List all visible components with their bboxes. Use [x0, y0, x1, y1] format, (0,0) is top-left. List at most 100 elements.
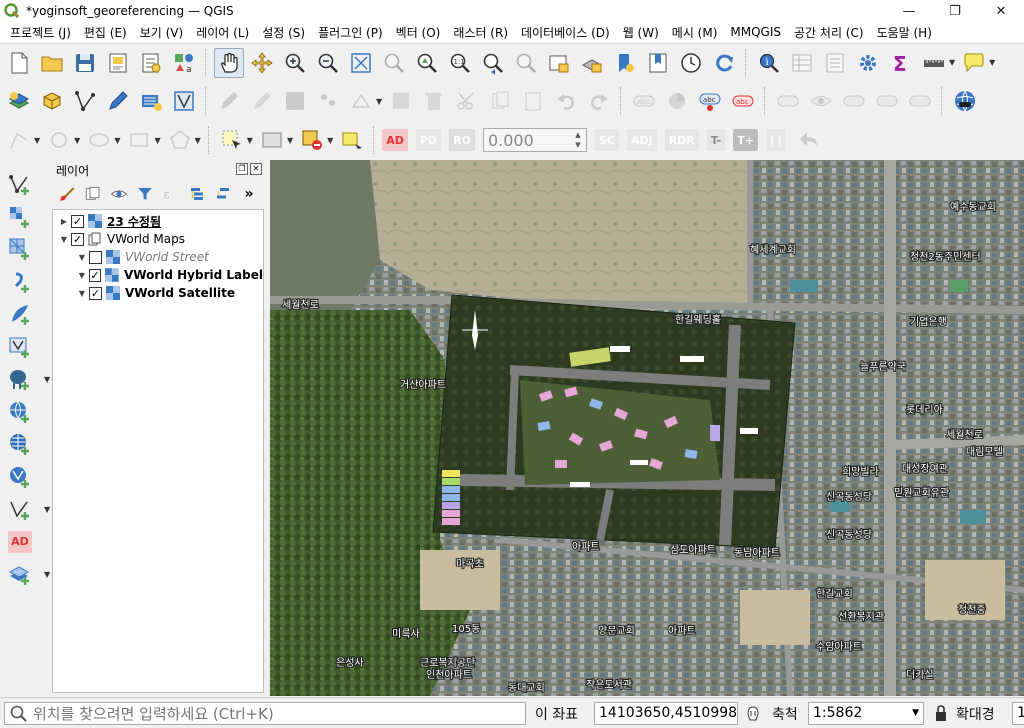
menu-layer[interactable]: 레이어 (L): [192, 24, 258, 41]
paste-features-button[interactable]: [518, 86, 548, 116]
maximize-button[interactable]: ❐: [932, 0, 978, 22]
new-project-button[interactable]: [4, 48, 34, 78]
close-panel-button[interactable]: ✕: [250, 163, 262, 175]
collapse-arrow[interactable]: ▼: [75, 253, 89, 262]
layer-row-23[interactable]: ▶ ✓ 23 수정됨: [53, 212, 263, 230]
temporal-controller-button[interactable]: [676, 48, 706, 78]
add-vector-tile-button[interactable]: ▼: [6, 495, 50, 523]
add-polygon-button[interactable]: [165, 125, 195, 155]
collapse-arrow[interactable]: ▼: [75, 289, 89, 298]
collapse-all-button[interactable]: [212, 183, 234, 205]
save-edits-button[interactable]: [280, 86, 310, 116]
menu-processing[interactable]: 공간 처리 (C): [790, 24, 873, 41]
map-canvas[interactable]: 예수동교회 청천2동주민센터 혜세계교회 세월천로 한길웨딩홀 기업은행 거산아…: [270, 160, 1024, 696]
chevron-down-icon[interactable]: ▼: [34, 136, 40, 145]
new-3d-view-button[interactable]: [577, 48, 607, 78]
chevron-down-icon[interactable]: ▼: [195, 136, 201, 145]
coordinate-field[interactable]: 14103650,4510998: [594, 702, 738, 725]
diagram-tool-button[interactable]: [662, 86, 692, 116]
t-minus-chip[interactable]: T-: [706, 129, 726, 151]
pan-map-button[interactable]: [214, 47, 244, 78]
current-edits-button[interactable]: [214, 86, 244, 116]
close-button[interactable]: ✕: [978, 0, 1024, 22]
label-rotate-button[interactable]: [839, 86, 869, 116]
delete-selected-button[interactable]: [419, 86, 449, 116]
menu-settings[interactable]: 설정 (S): [258, 24, 314, 41]
identify-features-button[interactable]: i: [754, 48, 784, 78]
pd-chip[interactable]: PD: [415, 129, 442, 151]
locator-input[interactable]: [33, 703, 513, 724]
menu-mmqgis[interactable]: MMQGIS: [726, 25, 790, 39]
label-pinned-button[interactable]: abc: [728, 86, 758, 116]
rdr-chip[interactable]: RDR: [664, 129, 699, 151]
menu-view[interactable]: 보기 (V): [136, 24, 192, 41]
collapse-arrow[interactable]: ▼: [75, 271, 89, 280]
virtual-layer-button[interactable]: [136, 86, 166, 116]
plugin-avatar-button[interactable]: [950, 86, 980, 116]
menu-raster[interactable]: 래스터 (R): [449, 24, 517, 41]
layer-row-vworld-hybrid[interactable]: ▼ ✓ VWorld Hybrid Label: [53, 266, 263, 284]
menu-database[interactable]: 데이터베이스 (D): [517, 24, 619, 41]
label-tool-button[interactable]: abc: [629, 86, 659, 116]
undo-button[interactable]: [551, 86, 581, 116]
add-circle-button[interactable]: [44, 125, 74, 155]
toggle-editing-button[interactable]: [247, 86, 277, 116]
menu-plugins[interactable]: 플러그인 (P): [314, 24, 392, 41]
menu-vector[interactable]: 벡터 (O): [392, 24, 450, 41]
add-layer-group-button[interactable]: ▼: [6, 560, 50, 588]
vertex-tool-button[interactable]: [346, 86, 376, 116]
more-tools-button[interactable]: »: [238, 183, 260, 205]
measure-button[interactable]: [919, 48, 949, 78]
angle-value-input[interactable]: [483, 129, 570, 151]
layer-row-vworld-street[interactable]: ▼ VWorld Street: [53, 248, 263, 266]
add-delimited-text-button[interactable]: [6, 268, 34, 296]
chevron-down-icon[interactable]: ▼: [247, 136, 253, 145]
chevron-down-icon[interactable]: ▼: [74, 136, 80, 145]
add-ellipse-button[interactable]: [84, 125, 114, 155]
expand-arrow[interactable]: ▶: [57, 217, 71, 226]
layer-checkbox[interactable]: [89, 250, 102, 264]
open-styling-button[interactable]: [56, 183, 78, 205]
back-arrow-button[interactable]: [794, 125, 824, 155]
add-postgis-button[interactable]: ▼: [6, 365, 50, 393]
save-project-button[interactable]: [70, 48, 100, 78]
layout-manager-button[interactable]: [136, 48, 166, 78]
coordinate-toggle-icon[interactable]: [744, 704, 762, 725]
pan-to-selection-button[interactable]: [247, 48, 277, 78]
open-project-button[interactable]: [37, 48, 67, 78]
add-group-button[interactable]: [82, 183, 104, 205]
redo-button[interactable]: [584, 86, 614, 116]
style-manager-button[interactable]: a: [169, 48, 199, 78]
data-source-manager-button[interactable]: [4, 86, 34, 116]
float-panel-button[interactable]: ❐: [236, 163, 248, 175]
statistics-button[interactable]: Σ: [886, 48, 916, 78]
add-spatialite-button[interactable]: [6, 300, 34, 328]
chevron-down-icon[interactable]: ▼: [912, 703, 919, 724]
filter-expression-button[interactable]: ε: [160, 183, 182, 205]
copy-features-button[interactable]: [485, 86, 515, 116]
chevron-down-icon[interactable]: ▼: [114, 136, 120, 145]
spin-arrows[interactable]: ▲ ▼: [570, 130, 586, 150]
scale-combo[interactable]: 1:5862 ▼: [808, 702, 924, 725]
label-change-button[interactable]: [872, 86, 902, 116]
pause-chip[interactable]: | |: [765, 129, 786, 151]
layer-checkbox[interactable]: ✓: [71, 214, 84, 228]
map-tips-button[interactable]: [959, 48, 989, 78]
zoom-out-button[interactable]: [313, 48, 343, 78]
add-mesh-layer-button[interactable]: [6, 235, 34, 263]
new-temp-layer-button[interactable]: [103, 86, 133, 116]
layer-checkbox[interactable]: ✓: [88, 268, 102, 282]
chevron-down-icon[interactable]: ▼: [327, 136, 333, 145]
add-vector-layer-button[interactable]: [6, 170, 34, 198]
layer-row-vworld-satellite[interactable]: ▼ ✓ VWorld Satellite: [53, 284, 263, 302]
zoom-next-button[interactable]: [511, 48, 541, 78]
zoom-in-button[interactable]: [280, 48, 310, 78]
menu-mesh[interactable]: 메시 (M): [668, 24, 727, 41]
refresh-button[interactable]: [709, 48, 739, 78]
angle-spinbox[interactable]: ▲▼: [482, 128, 587, 152]
label-properties-button[interactable]: [905, 86, 935, 116]
ro-chip[interactable]: RO: [449, 129, 475, 151]
sc-chip[interactable]: SC: [594, 129, 619, 151]
layer-checkbox[interactable]: ✓: [71, 232, 84, 246]
select-features-button[interactable]: [217, 125, 247, 155]
